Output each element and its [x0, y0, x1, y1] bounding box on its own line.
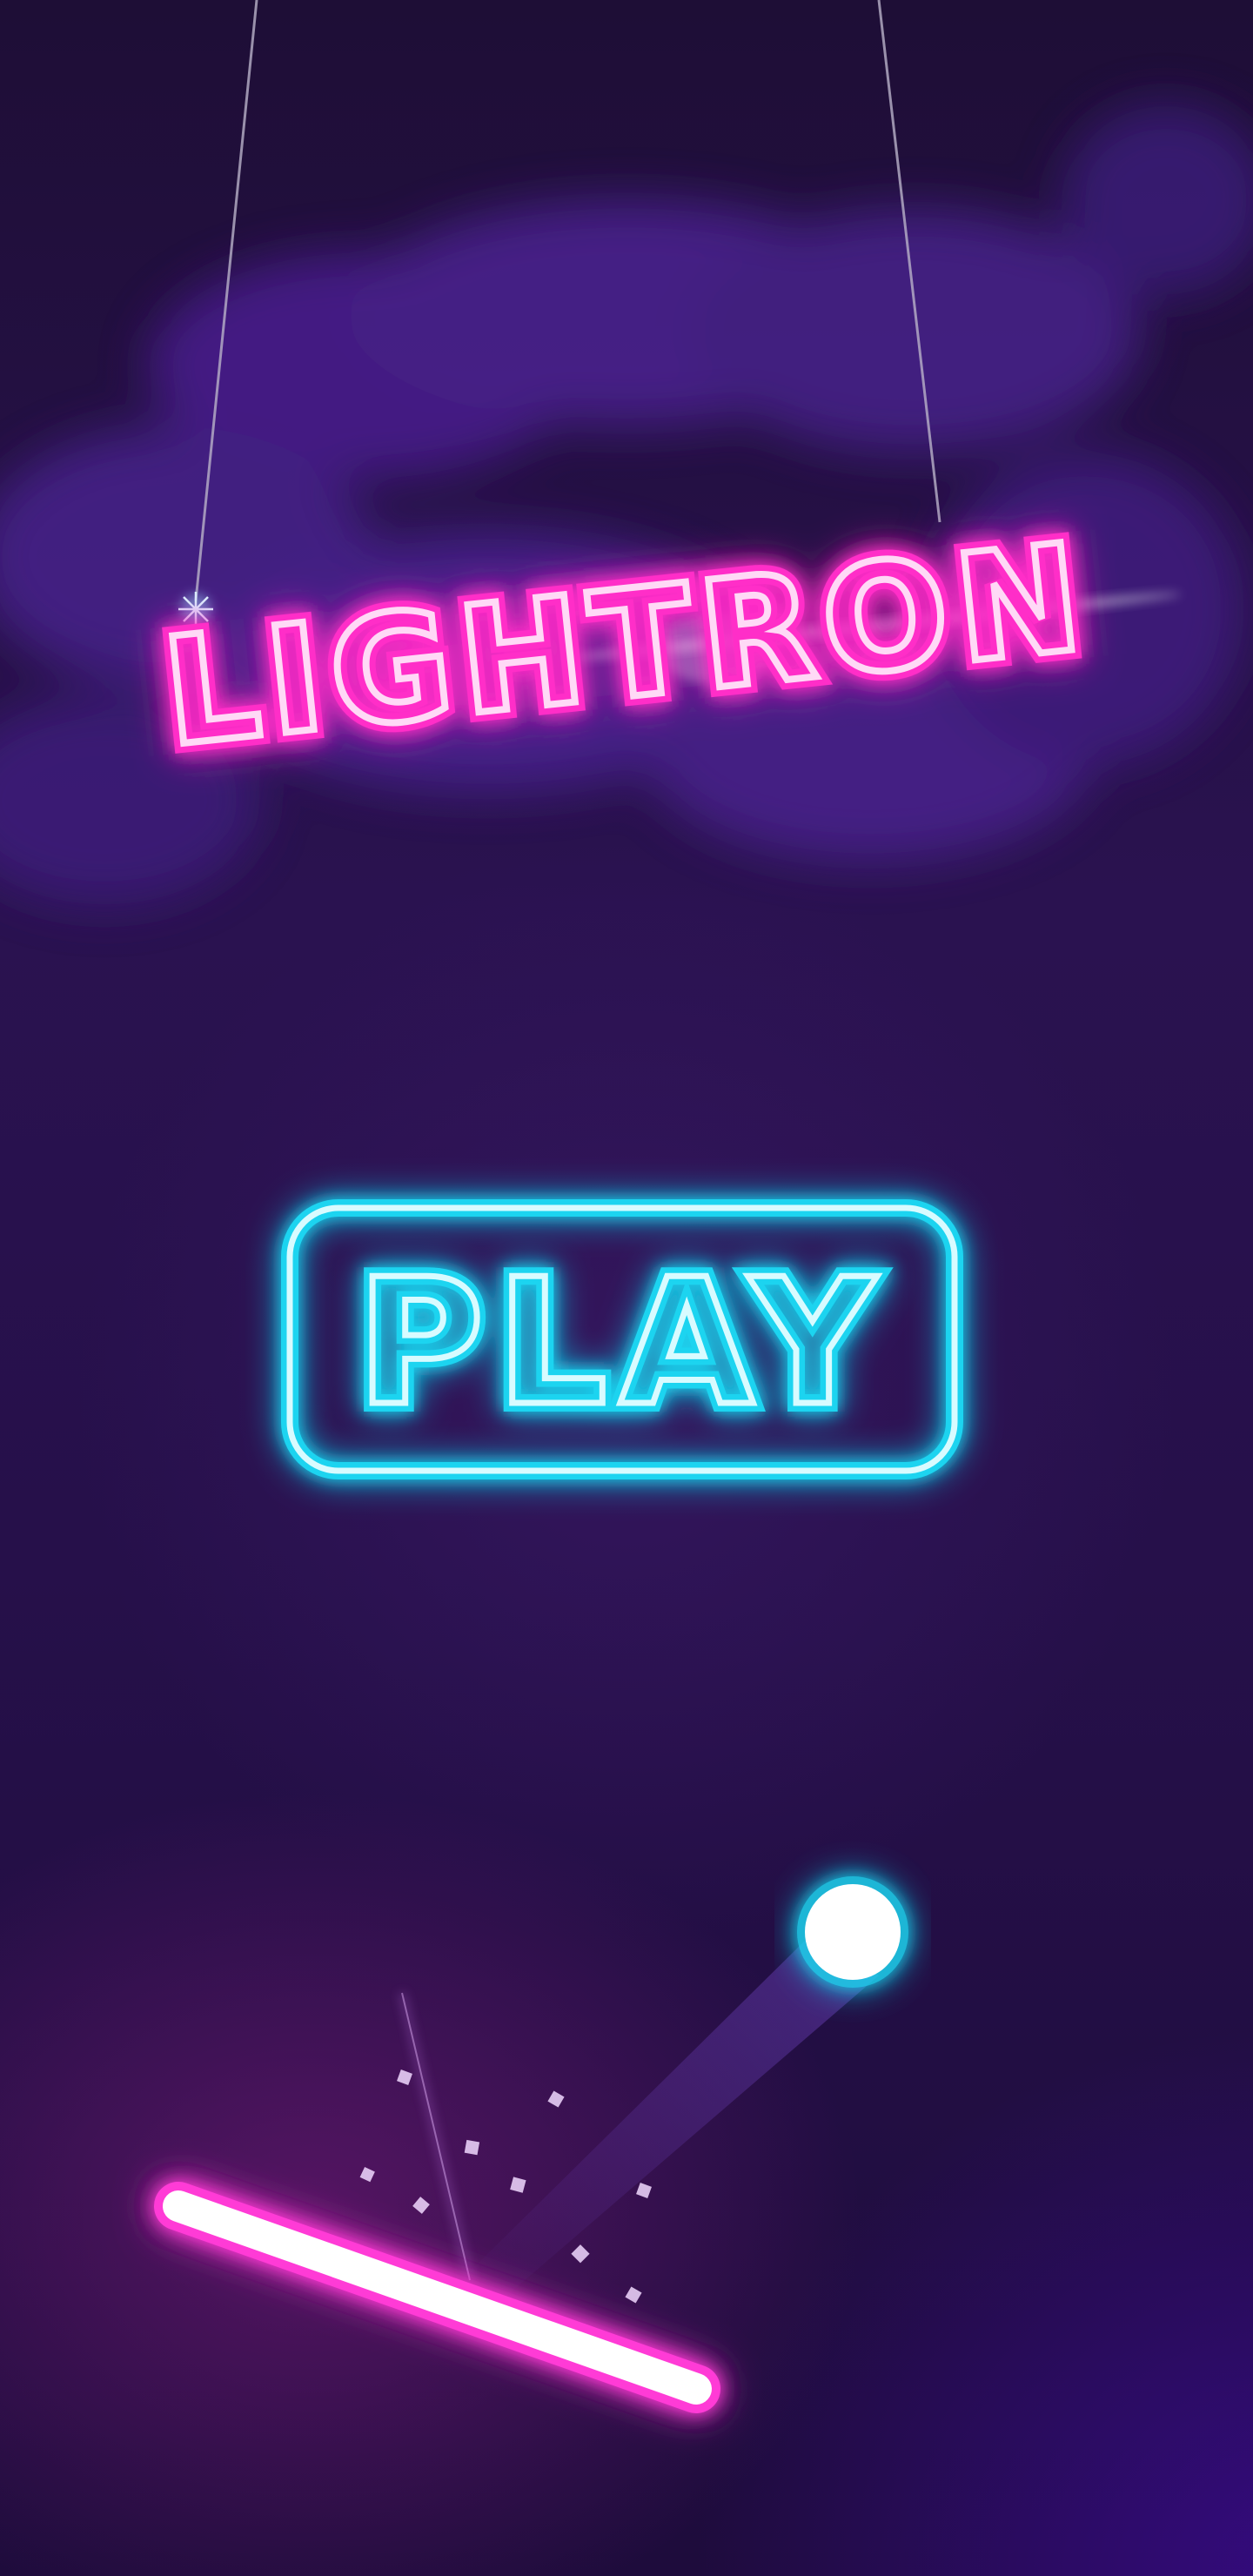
particle: [571, 2244, 590, 2264]
particle: [636, 2183, 652, 2198]
smoke-cloud: [0, 104, 1253, 905]
play-button[interactable]: [287, 1205, 957, 1475]
neon-ball-icon: [797, 1876, 908, 1988]
ball-trail: [470, 1936, 879, 2298]
particle: [547, 2090, 565, 2108]
particle: [464, 2139, 480, 2156]
particle: [510, 2177, 526, 2193]
particle: [412, 2197, 430, 2214]
neon-paddle-icon[interactable]: [154, 2182, 720, 2413]
impact-streak-core: [401, 1992, 471, 2281]
game-screen: LIGHTRON LIGHTRON PLAY PLAY: [0, 0, 1253, 2576]
particle: [397, 2070, 412, 2085]
particle: [359, 2167, 375, 2183]
particle: [625, 2286, 642, 2304]
